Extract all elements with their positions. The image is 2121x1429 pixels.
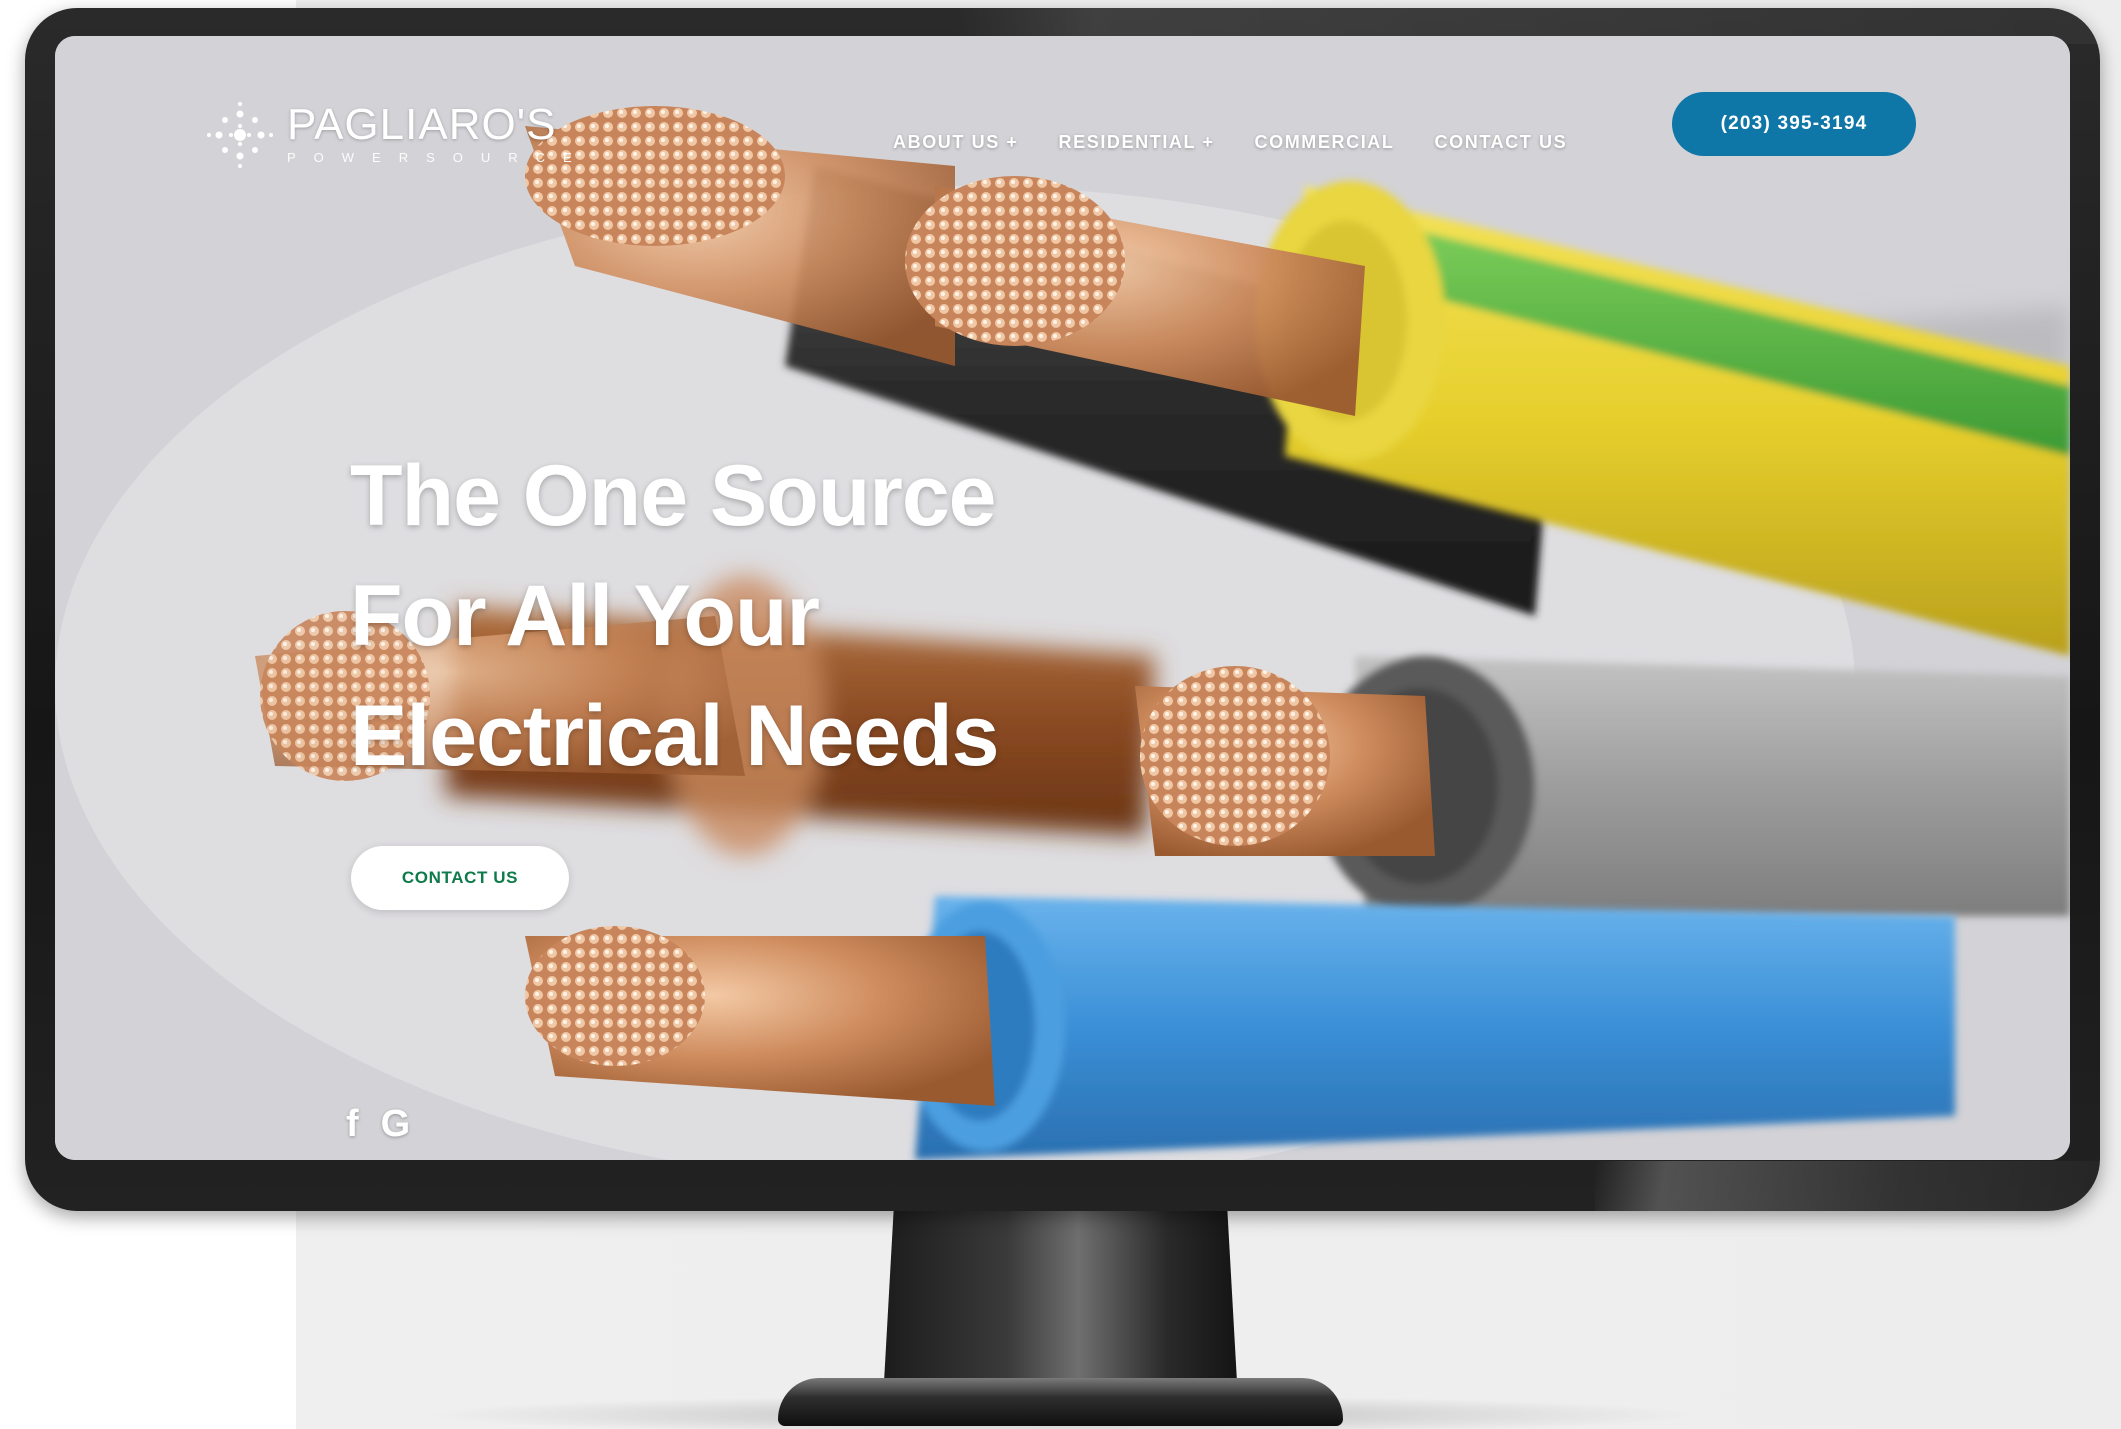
screenshot-stage: PAGLIARO'S POWERSOURCE ABOUT US + RESIDE…: [0, 0, 2121, 1429]
hero-headline: The One Source For All Your Electrical N…: [350, 436, 1250, 796]
nav-contact-us[interactable]: CONTACT US: [1435, 132, 1568, 162]
hero-headline-line-1: The One Source: [350, 448, 997, 544]
brand-tagline: POWERSOURCE: [287, 150, 590, 165]
brand-text: PAGLIARO'S POWERSOURCE: [287, 103, 590, 167]
bezel-gloss-bottom: [1595, 1161, 2100, 1211]
nav-residential[interactable]: RESIDENTIAL +: [1059, 132, 1215, 162]
hero-headline-line-2: For All Your: [350, 568, 820, 664]
cable-blue: [905, 896, 1955, 1160]
google-icon[interactable]: G: [381, 1104, 411, 1144]
nav-commercial[interactable]: COMMERCIAL: [1255, 132, 1395, 162]
monitor-stand-neck: [883, 1210, 1238, 1400]
nav-about-us[interactable]: ABOUT US +: [893, 132, 1019, 162]
hero-headline-line-3: Electrical Needs: [350, 688, 999, 784]
brand-logo[interactable]: PAGLIARO'S POWERSOURCE: [205, 90, 625, 180]
monitor-stand-base: [778, 1378, 1343, 1426]
social-links: f G: [346, 1104, 410, 1144]
phone-button[interactable]: (203) 395-3194: [1672, 92, 1916, 156]
brand-name: PAGLIARO'S: [287, 100, 557, 149]
main-nav: ABOUT US + RESIDENTIAL + COMMERCIAL CONT…: [893, 132, 1567, 162]
sparkle-logo-icon: [207, 102, 273, 168]
website-screen: PAGLIARO'S POWERSOURCE ABOUT US + RESIDE…: [55, 36, 2070, 1160]
facebook-icon[interactable]: f: [346, 1104, 359, 1144]
contact-us-button[interactable]: CONTACT US: [351, 846, 569, 910]
